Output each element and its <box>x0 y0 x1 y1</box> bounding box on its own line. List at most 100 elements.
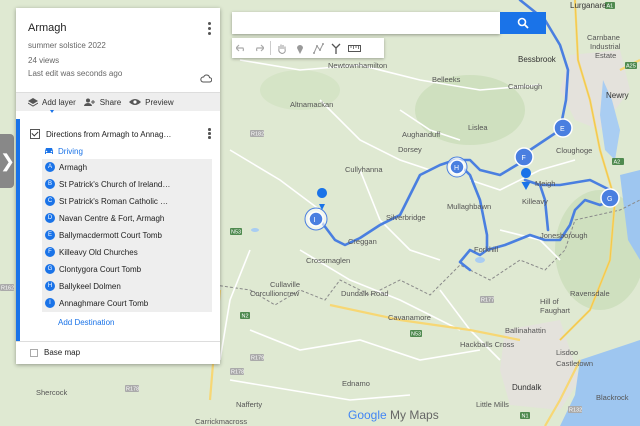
base-map-label: Base map <box>44 348 81 358</box>
directions-layer: Directions from Armagh to Annag… Driving… <box>16 119 220 341</box>
svg-text:Shercock: Shercock <box>36 388 68 397</box>
svg-text:Ravensdale: Ravensdale <box>570 289 610 298</box>
stop-item[interactable]: B St Patrick's Church of Ireland… <box>42 175 212 193</box>
directions-icon <box>331 43 341 54</box>
draw-line-button[interactable] <box>309 38 327 58</box>
map-toolbar <box>232 38 384 58</box>
svg-text:Newtownhamilton: Newtownhamilton <box>328 61 387 70</box>
svg-text:A1: A1 <box>607 4 614 10</box>
search-icon <box>517 17 529 29</box>
svg-text:Nafferty: Nafferty <box>236 400 262 409</box>
add-layer-button[interactable]: Add layer <box>28 97 76 107</box>
layer-visibility-checkbox[interactable] <box>30 129 40 139</box>
expand-icon <box>30 348 38 357</box>
svg-text:I: I <box>314 217 316 224</box>
redo-button[interactable] <box>250 38 268 58</box>
stop-label: Killeavy Old Churches <box>59 247 138 257</box>
svg-text:N2: N2 <box>242 314 249 320</box>
svg-text:Lisdoo: Lisdoo <box>556 348 578 357</box>
svg-text:G: G <box>607 196 612 203</box>
layer-title[interactable]: Directions from Armagh to Annag… <box>46 130 202 139</box>
svg-text:N1: N1 <box>522 414 529 420</box>
last-edit-status: Last edit was seconds ago <box>28 69 123 78</box>
stop-label: St Patrick's Church of Ireland… <box>59 179 171 189</box>
layer-header: Directions from Armagh to Annag… <box>30 127 212 141</box>
svg-text:N53: N53 <box>411 332 421 338</box>
preview-button[interactable]: Preview <box>129 98 174 107</box>
google-wordmark: Google <box>348 408 387 422</box>
undo-button[interactable] <box>232 38 250 58</box>
svg-text:R182: R182 <box>251 132 264 138</box>
stop-item[interactable]: E Ballymacdermott Court Tomb <box>42 226 212 244</box>
add-person-icon <box>83 98 95 106</box>
svg-text:Altnamackan: Altnamackan <box>290 100 333 109</box>
stop-item[interactable]: D Navan Centre & Fort, Armagh <box>42 209 212 227</box>
search-input[interactable] <box>232 12 500 34</box>
map-description[interactable]: summer solstice 2022 <box>28 41 208 50</box>
svg-text:Carrickmacross: Carrickmacross <box>195 417 247 426</box>
svg-text:Hackballs Cross: Hackballs Cross <box>460 340 514 349</box>
svg-text:Newry: Newry <box>606 91 629 100</box>
svg-text:Blackrock: Blackrock <box>596 393 629 402</box>
svg-text:Dundalk Road: Dundalk Road <box>341 289 389 298</box>
svg-text:N53: N53 <box>231 230 241 236</box>
stop-badge: D <box>45 213 55 224</box>
stop-badge: E <box>45 230 55 241</box>
panel-toolbar: Add layer Share Preview <box>16 92 220 111</box>
add-layer-label: Add layer <box>42 97 76 107</box>
google-my-maps-logo: Google My Maps <box>348 408 439 422</box>
redo-icon <box>256 44 264 52</box>
panel-collapse-button[interactable]: ❯ <box>0 134 15 188</box>
base-map-toggle[interactable]: Base map <box>16 340 220 364</box>
ruler-icon <box>347 44 361 52</box>
undo-icon <box>236 44 244 52</box>
stop-badge: I <box>45 298 55 309</box>
map-panel: Armagh summer solstice 2022 24 views Las… <box>16 8 220 364</box>
travel-mode-label: Driving <box>58 146 83 156</box>
svg-text:Ednamo: Ednamo <box>342 379 370 388</box>
svg-text:Cloughoge: Cloughoge <box>556 146 592 155</box>
travel-mode[interactable]: Driving <box>30 141 212 159</box>
svg-text:Silverbridge: Silverbridge <box>386 213 426 222</box>
svg-text:Corcullioncrew: Corcullioncrew <box>250 289 300 298</box>
stop-item[interactable]: I Annaghmare Court Tomb <box>42 294 212 312</box>
map-title[interactable]: Armagh <box>28 22 208 34</box>
svg-text:R132: R132 <box>569 408 582 414</box>
stop-label: Armagh <box>59 162 88 172</box>
svg-text:Crossmaglen: Crossmaglen <box>306 256 350 265</box>
stop-item[interactable]: G Clontygora Court Tomb <box>42 260 212 278</box>
svg-text:A2: A2 <box>614 160 621 166</box>
add-destination-link[interactable]: Add Destination <box>58 318 212 327</box>
svg-text:Hill of: Hill of <box>540 297 560 306</box>
svg-text:Camlough: Camlough <box>508 82 542 91</box>
layer-kebab-menu-icon[interactable] <box>208 128 212 140</box>
toolbar-divider <box>270 41 271 55</box>
search-button[interactable] <box>500 12 546 34</box>
stop-item[interactable]: C St Patrick's Roman Catholic … <box>42 192 212 210</box>
layer-spacer <box>30 327 212 335</box>
view-count: 24 views <box>28 56 60 65</box>
stop-item[interactable]: F Killeavy Old Churches <box>42 243 212 261</box>
share-button[interactable]: Share <box>83 97 122 107</box>
stop-label: St Patrick's Roman Catholic … <box>59 196 169 206</box>
marker-icon <box>297 44 303 54</box>
svg-text:Aughanduff: Aughanduff <box>402 130 441 139</box>
share-label: Share <box>99 97 122 107</box>
car-icon <box>45 148 53 154</box>
svg-text:Lurganare: Lurganare <box>570 1 607 10</box>
kebab-menu-icon[interactable] <box>208 22 212 37</box>
hand-icon <box>278 44 286 54</box>
stop-badge: H <box>45 281 55 292</box>
stop-item[interactable]: H Ballykeel Dolmen <box>42 277 212 295</box>
svg-text:Killeavy: Killeavy <box>522 197 548 206</box>
stop-item[interactable]: A Armagh <box>42 159 212 176</box>
add-directions-button[interactable] <box>327 38 345 58</box>
pan-tool-button[interactable] <box>273 38 291 58</box>
cloud-sync-icon <box>200 74 212 83</box>
svg-text:Creggan: Creggan <box>348 237 377 246</box>
svg-text:A25: A25 <box>626 64 636 70</box>
svg-text:Jonesborough: Jonesborough <box>540 231 588 240</box>
measure-button[interactable] <box>345 38 363 58</box>
add-marker-button[interactable] <box>291 38 309 58</box>
svg-text:E: E <box>560 126 565 133</box>
